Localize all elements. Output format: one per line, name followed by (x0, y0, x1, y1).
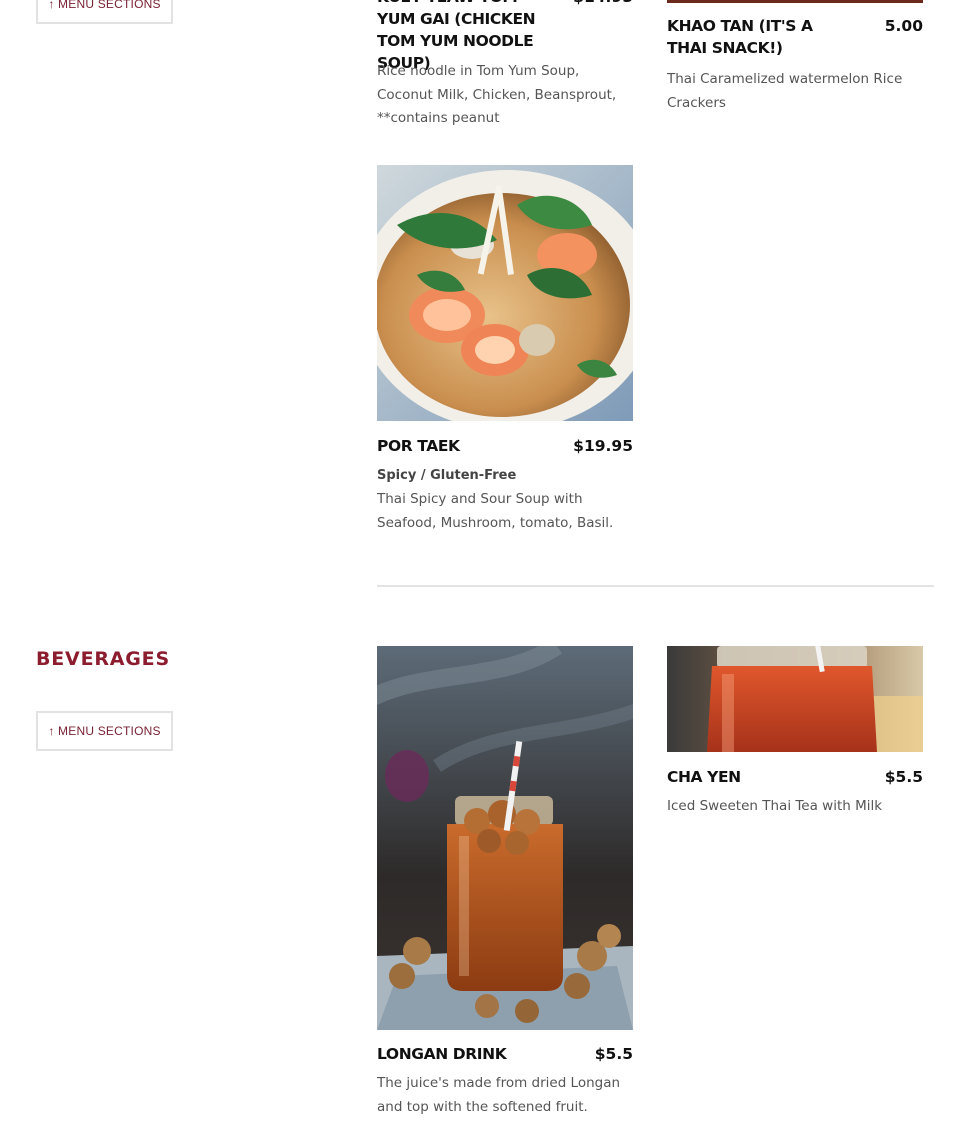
item-tags-por-taek: Spicy / Gluten-Free (377, 468, 517, 483)
item-image-cha-yen (667, 646, 923, 752)
item-description-cha-yen: Iced Sweeten Thai Tea with Milk (667, 798, 883, 814)
item-image-longan-drink (377, 646, 633, 1030)
longan-drink-photo (377, 646, 633, 1030)
item-image-khao-tan (667, 0, 923, 3)
item-title-por-taek: POR TAEK (377, 437, 460, 455)
menu-sections-button[interactable]: ↑ MENU SECTIONS (36, 711, 173, 751)
item-price-kuey-teaw: $14.95 (560, 0, 633, 8)
seafood-soup-photo (377, 165, 633, 421)
item-title-cha-yen: CHA YEN (667, 768, 741, 786)
section-title-beverages: BEVERAGES (36, 648, 170, 670)
item-price-por-taek: $19.95 (573, 437, 633, 455)
item-description-khao-tan: Thai Caramelized watermelon Rice Cracker… (667, 71, 903, 111)
item-description-longan-drink: The juice's made from dried Longan and t… (377, 1075, 621, 1115)
item-image-por-taek (377, 165, 633, 421)
menu-sections-button[interactable]: ↑ MENU SECTIONS (36, 0, 173, 24)
item-description-por-taek: Thai Spicy and Sour Soup with Seafood, M… (377, 491, 614, 531)
item-price-khao-tan: 5.00 (884, 17, 923, 35)
item-title-khao-tan: KHAO TAN (IT'S A THAI SNACK!) (667, 17, 813, 57)
item-title-longan-drink: LONGAN DRINK (377, 1045, 507, 1063)
section-divider (377, 585, 934, 587)
item-description-kuey-teaw: Rice noodle in Tom Yum Soup, Coconut Mil… (377, 63, 617, 126)
item-price-cha-yen: $5.5 (884, 768, 923, 786)
thai-tea-photo (667, 646, 923, 752)
item-price-longan-drink: $5.5 (594, 1045, 633, 1063)
